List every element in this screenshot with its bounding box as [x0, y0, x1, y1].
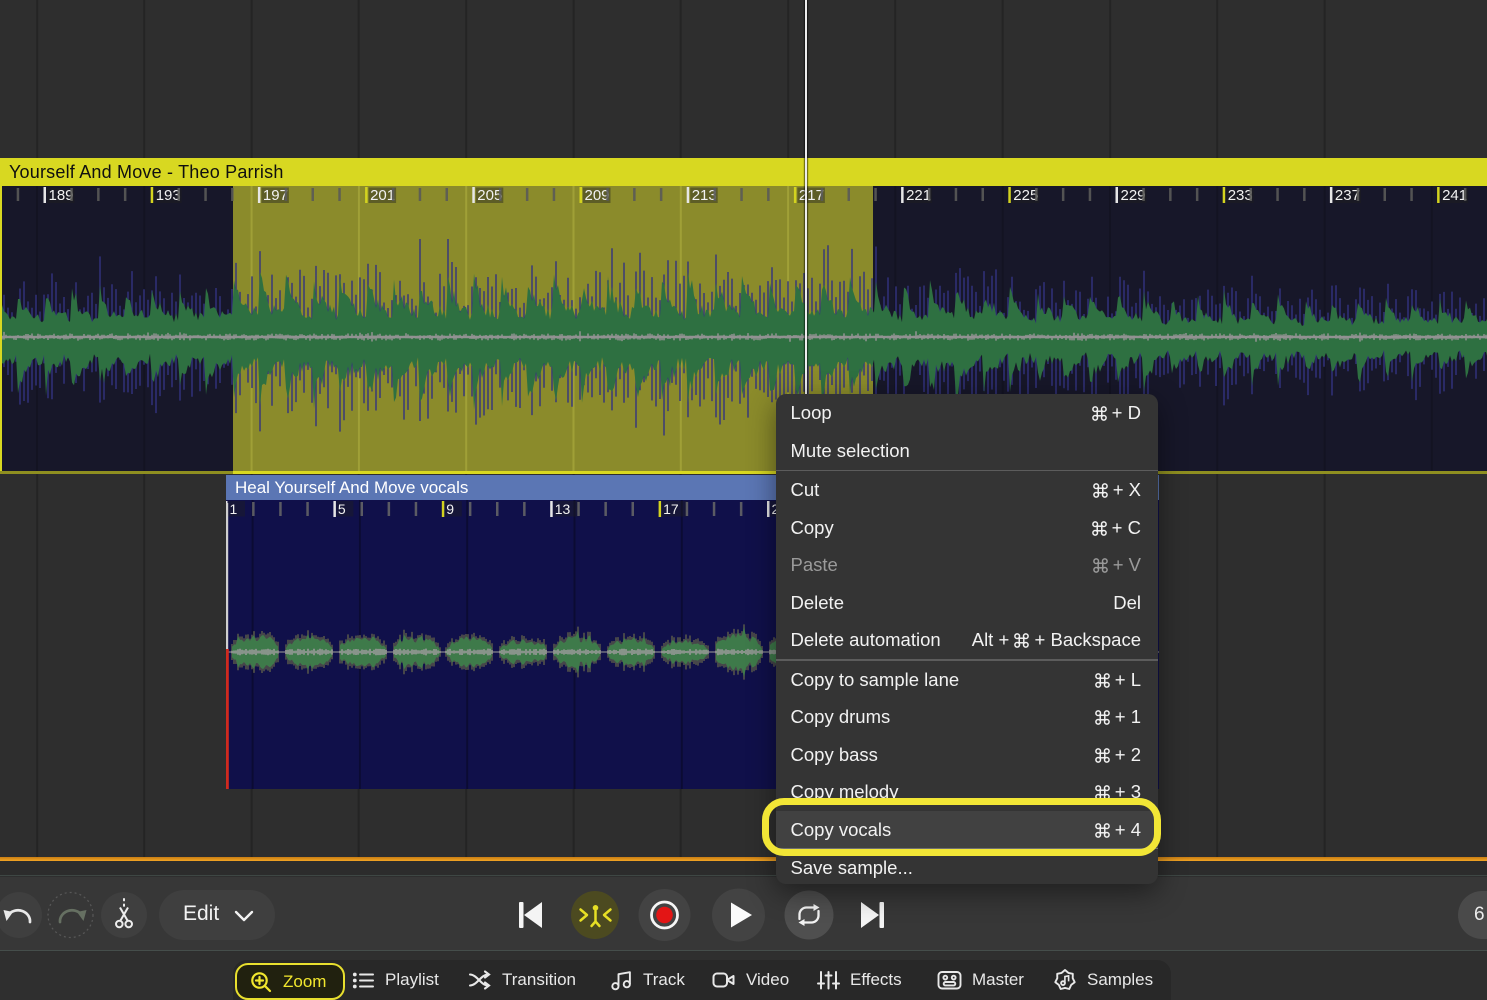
svg-text:5: 5 — [338, 501, 346, 517]
svg-text:217: 217 — [799, 187, 824, 204]
svg-text:205: 205 — [477, 187, 502, 204]
svg-text:213: 213 — [692, 187, 717, 204]
svg-text:221: 221 — [906, 187, 931, 204]
svg-text:241: 241 — [1442, 187, 1467, 204]
svg-text:237: 237 — [1335, 187, 1360, 204]
svg-text:201: 201 — [370, 187, 395, 204]
svg-text:1: 1 — [230, 501, 238, 517]
svg-text:197: 197 — [263, 187, 288, 204]
svg-text:209: 209 — [585, 187, 610, 204]
svg-text:189: 189 — [49, 187, 74, 204]
svg-text:193: 193 — [156, 187, 181, 204]
svg-text:229: 229 — [1121, 187, 1146, 204]
svg-text:233: 233 — [1228, 187, 1253, 204]
svg-text:225: 225 — [1013, 187, 1038, 204]
svg-text:17: 17 — [663, 501, 679, 517]
svg-text:9: 9 — [446, 501, 454, 517]
svg-text:13: 13 — [555, 501, 571, 517]
